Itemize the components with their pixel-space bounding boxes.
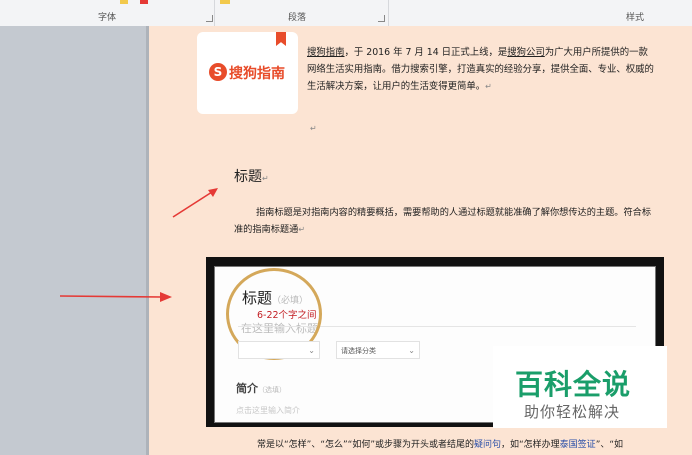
shading-swatch[interactable]: [220, 0, 230, 4]
arrow-to-heading-icon: [172, 188, 218, 218]
styles-group: 样式: [388, 0, 692, 26]
paragraph-dialog-launcher-icon[interactable]: [378, 15, 385, 22]
intro-paragraph[interactable]: 搜狗指南，于 2016 年 7 月 14 日正式上线，是搜狗公司为广大用户所提供…: [307, 44, 657, 95]
font-group: 字体: [0, 0, 215, 26]
company-link[interactable]: 搜狗公司: [507, 47, 545, 58]
highlight-color-swatch[interactable]: [120, 0, 128, 4]
summary-placeholder: 点击这里输入简介: [236, 406, 300, 415]
subcategory-select: 请选择分类 ⌄: [336, 341, 420, 359]
left-margin-area: [0, 26, 149, 455]
brand-link[interactable]: 搜狗指南: [307, 47, 345, 58]
font-dialog-launcher-icon[interactable]: [206, 15, 213, 22]
chevron-down-icon: ⌄: [408, 346, 415, 355]
question-link[interactable]: 疑问句: [474, 440, 501, 450]
styles-group-label: 样式: [626, 13, 645, 23]
font-color-swatch[interactable]: [140, 0, 148, 4]
paragraph-group: 段落: [214, 0, 389, 26]
arrow-to-screenshot-icon: [59, 292, 172, 302]
category-select: ⌄: [238, 341, 320, 359]
title-description-paragraph[interactable]: 指南标题是对指南内容的精要概括，需要帮助的人通过标题就能准确了解你想传达的主题。…: [234, 204, 654, 238]
summary-label: 简介（选填）: [236, 382, 286, 395]
logo-brand-text: 搜狗指南: [229, 66, 285, 82]
examples-paragraph[interactable]: 常是以“怎样”、“怎么”“如何”或步骤为开头或者结尾的疑问句，如“怎样办理泰国签…: [257, 437, 687, 450]
empty-paragraph-mark: ↵: [310, 124, 317, 133]
watermark-title: 百科全说: [515, 368, 632, 401]
chevron-down-icon: ⌄: [308, 346, 315, 355]
section-heading[interactable]: 标题↵: [234, 166, 269, 186]
sogou-logo-icon: S: [209, 63, 227, 81]
paragraph-group-label: 段落: [288, 13, 307, 23]
font-group-label: 字体: [98, 13, 117, 23]
watermark-subtitle: 助你轻松解决: [524, 403, 621, 421]
thailand-visa-link[interactable]: 泰国签证: [560, 440, 596, 450]
paragraph-mark: ↵: [485, 82, 492, 91]
ribbon: 字体 段落 样式: [0, 0, 692, 27]
